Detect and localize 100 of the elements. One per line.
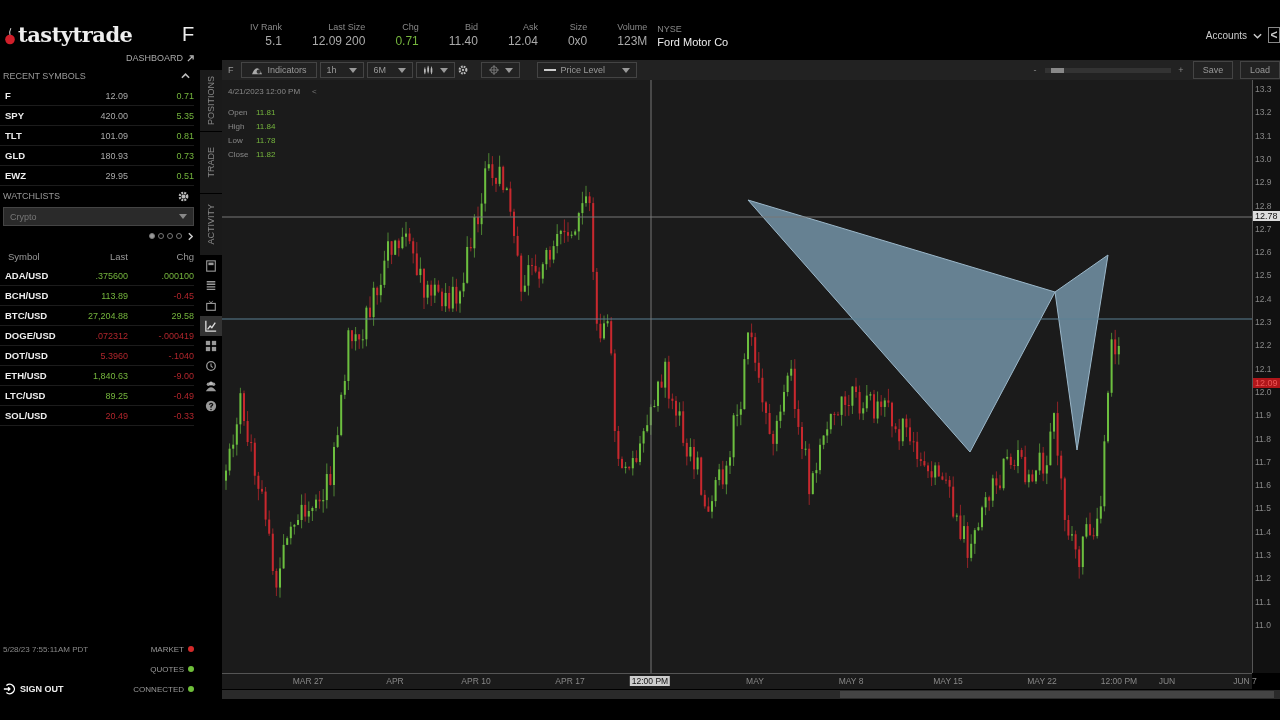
status-label: CONNECTED: [133, 684, 184, 694]
side-tab[interactable]: POSITIONS: [200, 70, 222, 132]
axis-label: 11.0: [1255, 619, 1271, 630]
load-button[interactable]: Load: [1240, 61, 1280, 79]
timestamp: 5/28/23 7:55:11AM PDT: [3, 643, 89, 656]
section-title: RECENT SYMBOLS: [3, 71, 86, 81]
axis-label: 11.8: [1255, 433, 1271, 444]
ohlc-value: 11.82: [256, 149, 276, 159]
axis-label: JUN 7: [1233, 676, 1257, 686]
symbol-row[interactable]: GLD 180.93 0.73: [0, 146, 194, 166]
axis-label: 13.3: [1255, 84, 1272, 94]
stat-value: 123M: [617, 34, 648, 48]
axis-label: MAY 8: [838, 676, 864, 686]
status-label: QUOTES: [150, 664, 184, 674]
candlestick-icon: [422, 65, 435, 75]
symbol-row[interactable]: EWZ 29.95 0.51: [0, 166, 194, 186]
watchlist-row[interactable]: BCH/USD 113.89 -0.45: [0, 286, 194, 306]
settings-icon[interactable]: [457, 65, 468, 75]
axis-label: 13.0: [1255, 153, 1272, 164]
caret-icon: [621, 67, 630, 73]
axis-label: 11.2: [1255, 573, 1271, 584]
indicators-button[interactable]: Indicators: [240, 62, 317, 78]
symbol-title: F: [181, 23, 196, 47]
axis-label: 12:00 PM: [1100, 676, 1138, 686]
crosshair-price-label: 12.78: [1253, 211, 1280, 221]
axis-label: MAY: [746, 676, 764, 686]
logo[interactable]: tastytrade: [18, 22, 133, 47]
side-tab[interactable]: ACTIVITY: [200, 194, 222, 256]
stat-value: 5.1: [265, 34, 282, 48]
crosshair-time-label: 12:00 PM: [629, 676, 671, 686]
gauge-icon: [250, 65, 263, 75]
axis-label: 12.2: [1255, 340, 1272, 351]
zoom-slider[interactable]: [1045, 67, 1171, 73]
arrow-icon: [187, 54, 194, 62]
zoom-out-button[interactable]: -: [1030, 65, 1040, 75]
stat-value: 12.04: [507, 34, 538, 48]
scrollbar[interactable]: [222, 690, 1280, 699]
axis-label: 11.7: [1255, 456, 1271, 467]
watchlist-row[interactable]: LTC/USD 89.25 -0.49: [0, 386, 194, 406]
stat-label: Last Size: [328, 22, 366, 32]
watchlist-row[interactable]: ADA/USD .375600 .000100: [0, 266, 194, 286]
symbol-row[interactable]: SPY 420.00 5.35: [0, 106, 194, 126]
axis-label: 13.2: [1255, 107, 1272, 118]
harmonic-pattern-drawing[interactable]: [747, 199, 1109, 453]
axis-label: 12.7: [1255, 223, 1272, 234]
dashboard-link[interactable]: DASHBOARD: [126, 53, 194, 63]
side-tab[interactable]: TRADE: [200, 132, 222, 194]
save-button[interactable]: Save: [1193, 61, 1233, 79]
ohlc-label: Low: [228, 135, 244, 145]
drawing-tool-dropdown[interactable]: Price Level: [536, 62, 637, 78]
watchlist-row[interactable]: ETH/USD 1,840.63 -9.00: [0, 366, 194, 386]
crosshair-dropdown[interactable]: [480, 62, 520, 78]
axis-label: 13.1: [1255, 130, 1272, 141]
stat-value: 11.40: [448, 34, 478, 48]
caret-icon: [397, 67, 406, 73]
sign-out-button[interactable]: SIGN OUT: [3, 679, 89, 699]
ohlc-value: 11.78: [256, 135, 276, 145]
stat-label: Volume: [617, 22, 648, 32]
stat-label: NYSE: [657, 24, 682, 34]
symbol-row[interactable]: F 12.09 0.71: [0, 86, 194, 106]
ohlc-label: High: [228, 121, 246, 131]
range-dropdown[interactable]: 6M: [366, 62, 413, 78]
axis-label: 12.6: [1255, 247, 1272, 258]
watchlist-row[interactable]: SOL/USD 20.49 -0.33: [0, 406, 194, 426]
collapse-button[interactable]: <: [1268, 27, 1280, 43]
watchlist-row[interactable]: DOGE/USD .072312 -.000419: [0, 326, 194, 346]
watchlist-row[interactable]: DOT/USD 5.3960 -.1040: [0, 346, 194, 366]
settings-icon[interactable]: [178, 190, 189, 202]
column-header[interactable]: Chg: [128, 250, 194, 262]
chart-symbol: F: [228, 65, 234, 75]
caret-icon: [179, 214, 187, 219]
axis-label: MAR 27: [292, 676, 324, 686]
collapse-caret-icon[interactable]: [181, 73, 190, 79]
symbol-row[interactable]: TLT 101.09 0.81: [0, 126, 194, 146]
sign-out-icon: [3, 683, 15, 695]
axis-label: 11.5: [1255, 503, 1271, 514]
accounts-dropdown[interactable]: Accounts: [1205, 30, 1262, 41]
axis-label: 12.8: [1255, 200, 1272, 211]
watchlist-row[interactable]: BTC/USD 27,204.88 29.58: [0, 306, 194, 326]
axis-label: APR 17: [555, 676, 585, 686]
stat-label: Chg: [402, 22, 419, 32]
column-header[interactable]: Symbol: [8, 250, 62, 262]
page-dot[interactable]: [149, 233, 155, 239]
axis-label: 11.1: [1255, 596, 1271, 607]
collapse-button[interactable]: <: [312, 87, 317, 96]
zoom-in-button[interactable]: +: [1176, 65, 1186, 75]
scrollbar-thumb[interactable]: [840, 691, 1274, 698]
axis-label: APR 10: [461, 676, 491, 686]
axis-label: 12.1: [1255, 363, 1272, 374]
axis-label: MAY 22: [1027, 676, 1057, 686]
interval-dropdown[interactable]: 1h: [319, 62, 364, 78]
chart-type-dropdown[interactable]: [415, 62, 455, 78]
slider-thumb[interactable]: [1051, 67, 1065, 73]
axis-label: 11.6: [1255, 480, 1271, 491]
axis-label: 12.5: [1255, 270, 1272, 281]
stat-value: 12.09 200: [312, 34, 366, 48]
crosshair-icon: [487, 65, 500, 75]
chart-icon[interactable]: [200, 316, 222, 336]
column-header[interactable]: Last: [62, 250, 128, 262]
bar-date: 4/21/2023 12:00 PM: [228, 87, 301, 96]
